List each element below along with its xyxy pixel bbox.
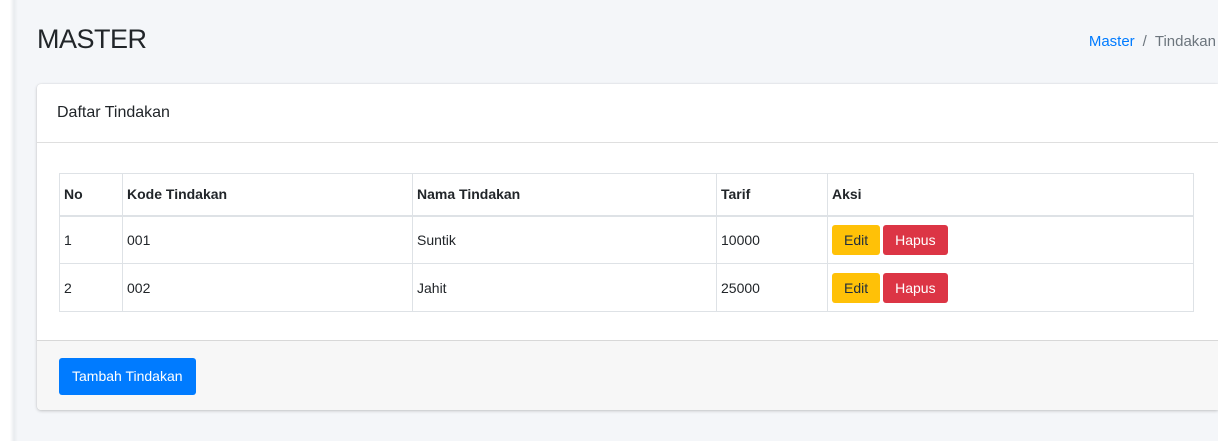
card-footer: Tambah Tindakan <box>37 340 1218 410</box>
cell-no: 1 <box>59 215 123 264</box>
cell-nama: Suntik <box>412 215 717 264</box>
table-row: 2 002 Jahit 25000 Edit Hapus <box>59 263 1194 312</box>
column-header-kode: Kode Tindakan <box>122 173 413 217</box>
breadcrumb: Master / Tindakan <box>1089 33 1216 50</box>
cell-tarif: 25000 <box>716 263 828 312</box>
sidebar-edge <box>0 0 18 441</box>
cell-kode: 002 <box>122 263 413 312</box>
card-body: No Kode Tindakan Nama Tindakan Tarif Aks… <box>37 143 1218 340</box>
table-row: 1 001 Suntik 10000 Edit Hapus <box>59 215 1194 264</box>
table-header-row: No Kode Tindakan Nama Tindakan Tarif Aks… <box>59 173 1194 217</box>
add-tindakan-button[interactable]: Tambah Tindakan <box>59 358 196 395</box>
cell-aksi: Edit Hapus <box>827 215 1194 264</box>
cell-tarif: 10000 <box>716 215 828 264</box>
cell-no: 2 <box>59 263 123 312</box>
page-title: MASTER <box>37 24 147 54</box>
cell-nama: Jahit <box>412 263 717 312</box>
column-header-nama: Nama Tindakan <box>412 173 717 217</box>
tindakan-table: No Kode Tindakan Nama Tindakan Tarif Aks… <box>59 173 1194 312</box>
cell-kode: 001 <box>122 215 413 264</box>
card-header: Daftar Tindakan <box>37 84 1218 143</box>
delete-button[interactable]: Hapus <box>883 272 948 303</box>
column-header-no: No <box>59 173 123 217</box>
column-header-aksi: Aksi <box>827 173 1194 217</box>
breadcrumb-current: Tindakan <box>1154 33 1216 50</box>
delete-button[interactable]: Hapus <box>883 224 948 255</box>
cell-aksi: Edit Hapus <box>827 263 1194 312</box>
edit-button[interactable]: Edit <box>832 272 881 303</box>
tindakan-card: Daftar Tindakan No Kode Tindakan Nama Ti… <box>37 84 1218 410</box>
column-header-tarif: Tarif <box>716 173 828 217</box>
breadcrumb-separator: / <box>1142 33 1147 50</box>
card-title: Daftar Tindakan <box>57 104 170 121</box>
breadcrumb-link-master[interactable]: Master <box>1089 33 1135 50</box>
edit-button[interactable]: Edit <box>832 224 881 255</box>
